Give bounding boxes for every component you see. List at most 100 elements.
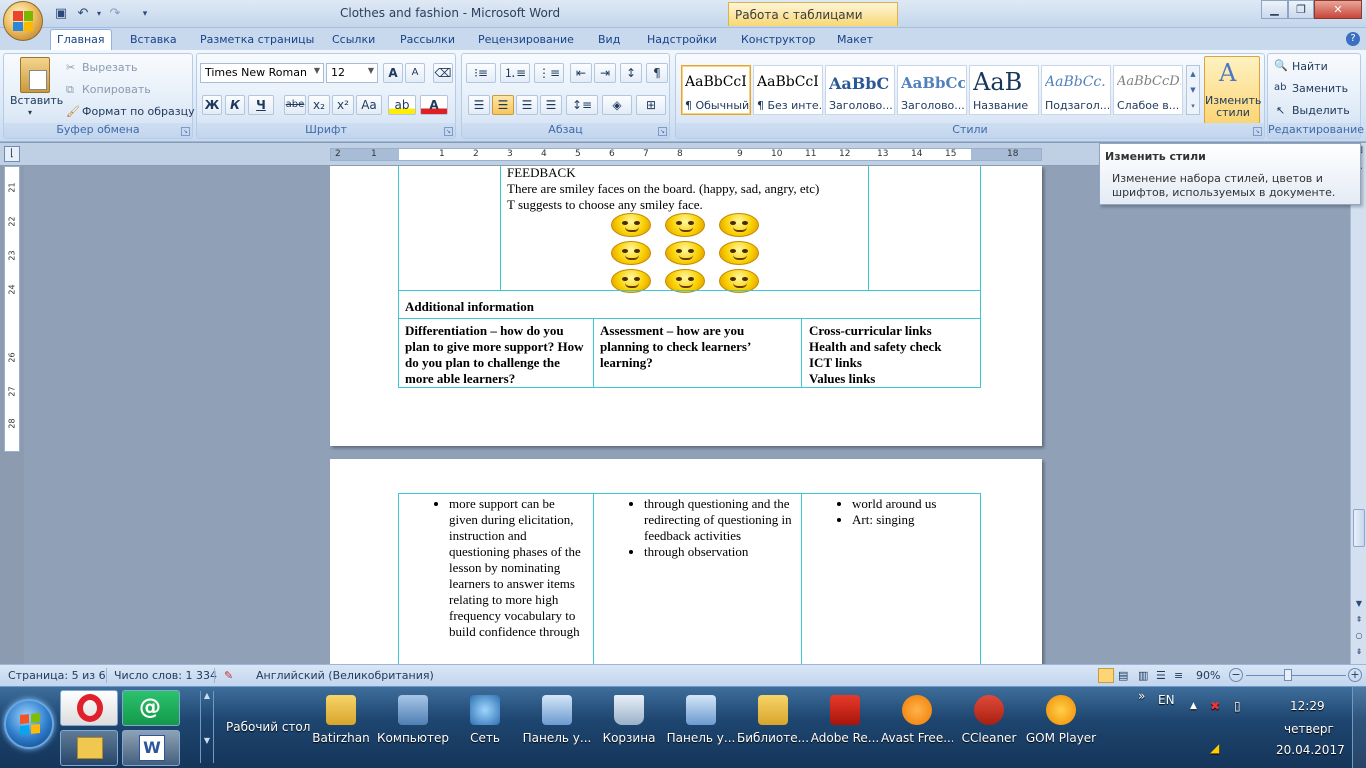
taskbar-network[interactable]: Сеть [449, 691, 521, 763]
tab-addins[interactable]: Надстройки [641, 31, 723, 50]
tray-device-icon[interactable]: ▯ [1234, 699, 1241, 713]
language-status[interactable]: Английский (Великобритания) [256, 669, 434, 682]
font-launcher-icon[interactable]: ↘ [444, 127, 453, 136]
page-count[interactable]: Страница: 5 из 6 [8, 669, 106, 682]
taskbar-adobe-reader[interactable]: Adobe Re... [809, 691, 881, 763]
change-case-button[interactable]: Aa [356, 95, 382, 115]
page[interactable]: more support can be given during elicita… [330, 459, 1042, 664]
zoom-out-icon[interactable]: − [1229, 668, 1243, 682]
additional-info-cell[interactable]: Additional information [398, 290, 981, 319]
print-layout-icon[interactable] [1098, 668, 1114, 683]
feedback-cell[interactable]: FEEDBACK There are smiley faces on the b… [500, 166, 869, 293]
taskbar-avast[interactable]: Avast Free... [881, 691, 953, 763]
redo-icon[interactable]: ↷ [106, 5, 124, 23]
shrink-font-button[interactable]: A [405, 63, 425, 83]
select-button[interactable]: Выделить [1292, 104, 1350, 117]
table-cell[interactable] [398, 166, 501, 291]
next-page-icon[interactable]: ⇟ [1353, 647, 1365, 659]
show-marks-icon[interactable]: ¶ [646, 63, 668, 83]
format-painter-button[interactable]: Формат по образцу [82, 105, 195, 118]
decrease-indent-icon[interactable]: ⇤ [570, 63, 592, 83]
language-indicator[interactable]: EN [1158, 693, 1175, 707]
taskbar-control-panel-2[interactable]: Панель у... [665, 691, 737, 763]
speaker-icon[interactable]: ◢ [1210, 741, 1219, 755]
vertical-ruler[interactable]: 21 22 23 24 26 27 28 [4, 166, 20, 452]
minimize-button[interactable]: ▁ [1261, 0, 1288, 19]
toolbar-scroll[interactable]: ▲ ▼ [200, 691, 214, 763]
maximize-button[interactable]: ❐ [1288, 0, 1314, 19]
tab-view[interactable]: Вид [592, 31, 626, 50]
differentiation-content-cell[interactable]: more support can be given during elicita… [398, 493, 594, 664]
web-layout-icon[interactable]: ▥ [1138, 669, 1148, 682]
borders-icon[interactable]: ⊞ [636, 95, 666, 115]
differentiation-cell[interactable]: Differentiation – how do you plan to giv… [398, 318, 594, 388]
full-screen-reading-icon[interactable]: ▤ [1118, 669, 1128, 682]
start-button[interactable] [4, 699, 54, 749]
shading-icon[interactable]: ◈ [602, 95, 632, 115]
explorer-pin[interactable] [60, 730, 118, 766]
word-pin[interactable]: W [122, 730, 180, 766]
horizontal-ruler[interactable]: 2 1 1 2 3 4 5 6 7 8 9 10 11 12 13 14 15 … [330, 148, 1042, 161]
zoom-slider-thumb[interactable] [1284, 669, 1292, 681]
align-center-icon[interactable]: ☰ [492, 95, 514, 115]
zoom-level[interactable]: 90% [1196, 669, 1220, 682]
save-icon[interactable]: ▣ [52, 5, 70, 23]
links-content-cell[interactable]: world around us Art: singing [801, 493, 981, 664]
paste-icon[interactable] [20, 57, 50, 93]
prev-page-icon[interactable]: ⇞ [1353, 615, 1365, 627]
taskbar-control-panel[interactable]: Панель у... [521, 691, 593, 763]
zoom-in-icon[interactable]: + [1348, 668, 1362, 682]
show-hidden-icons[interactable]: ▲ [1190, 701, 1197, 711]
cross-curricular-cell[interactable]: Cross-curricular links Health and safety… [801, 318, 981, 388]
desktop-toolbar-label[interactable]: Рабочий стол [226, 720, 310, 734]
paste-dropdown-icon[interactable]: ▾ [28, 108, 32, 117]
help-icon[interactable]: ? [1346, 32, 1360, 46]
mail-agent-pin[interactable]: @ [122, 690, 180, 726]
taskbar-recycle-bin[interactable]: Корзина [593, 691, 665, 763]
superscript-button[interactable]: x² [332, 95, 354, 115]
page[interactable]: FEEDBACK There are smiley faces on the b… [330, 166, 1042, 446]
style-heading2[interactable]: AaBbCc Заголово... [897, 65, 967, 115]
tab-references[interactable]: Ссылки [326, 31, 381, 50]
taskbar-computer[interactable]: Компьютер [377, 691, 449, 763]
taskbar-ccleaner[interactable]: CCleaner [953, 691, 1025, 763]
tab-mailings[interactable]: Рассылки [394, 31, 461, 50]
clear-format-icon[interactable]: ⌫ [433, 63, 453, 83]
browse-object-icon[interactable]: ○ [1353, 631, 1365, 643]
style-title[interactable]: AaB Название [969, 65, 1039, 115]
font-size-combo[interactable]: 12 ▼ [326, 63, 378, 83]
align-left-icon[interactable]: ☰ [468, 95, 490, 115]
draft-icon[interactable]: ≡ [1174, 669, 1183, 682]
underline-button[interactable]: Ч [248, 95, 274, 115]
tab-home[interactable]: Главная [50, 29, 112, 50]
show-desktop-button[interactable] [1352, 687, 1366, 768]
grow-font-button[interactable]: A [383, 63, 403, 83]
customize-qat-icon[interactable]: ▾ [136, 5, 154, 23]
office-button[interactable] [3, 1, 43, 41]
vertical-scrollbar[interactable]: ⊟ ▲ ▼ ⇞ ○ ⇟ [1350, 143, 1366, 664]
tab-design[interactable]: Конструктор [735, 31, 821, 50]
justify-icon[interactable]: ☰ [540, 95, 562, 115]
style-heading1[interactable]: AaBbC Заголово... [825, 65, 895, 115]
assessment-content-cell[interactable]: through questioning and the redirecting … [593, 493, 802, 664]
scroll-down-icon[interactable]: ▼ [1353, 599, 1365, 611]
subscript-button[interactable]: x₂ [308, 95, 330, 115]
find-button[interactable]: Найти [1292, 60, 1328, 73]
cut-button[interactable]: Вырезать [82, 61, 137, 74]
taskbar-batirzhan[interactable]: Batirzhan [305, 691, 377, 763]
outline-icon[interactable]: ☰ [1156, 669, 1166, 682]
clock-day[interactable]: четверг [1284, 722, 1334, 736]
change-styles-button[interactable]: A Изменить стили [1204, 56, 1261, 124]
clock-date[interactable]: 20.04.2017 [1276, 743, 1345, 757]
style-normal[interactable]: AaBbCcI ¶ Обычный [681, 65, 751, 115]
network-error-icon[interactable]: ✖ [1210, 699, 1220, 713]
copy-button[interactable]: Копировать [82, 83, 151, 96]
paragraph-launcher-icon[interactable]: ↘ [658, 127, 667, 136]
styles-scroll-icon[interactable]: ▲ ▼ ▾ [1186, 65, 1200, 115]
more-items-icon[interactable]: » [1138, 689, 1145, 703]
tab-selector-icon[interactable]: ⌊ [4, 146, 20, 162]
bold-button[interactable]: Ж [202, 95, 222, 115]
table-cell[interactable] [868, 166, 981, 291]
highlight-icon[interactable]: ab [388, 95, 416, 115]
proofing-icon[interactable]: ✎ [224, 669, 233, 682]
